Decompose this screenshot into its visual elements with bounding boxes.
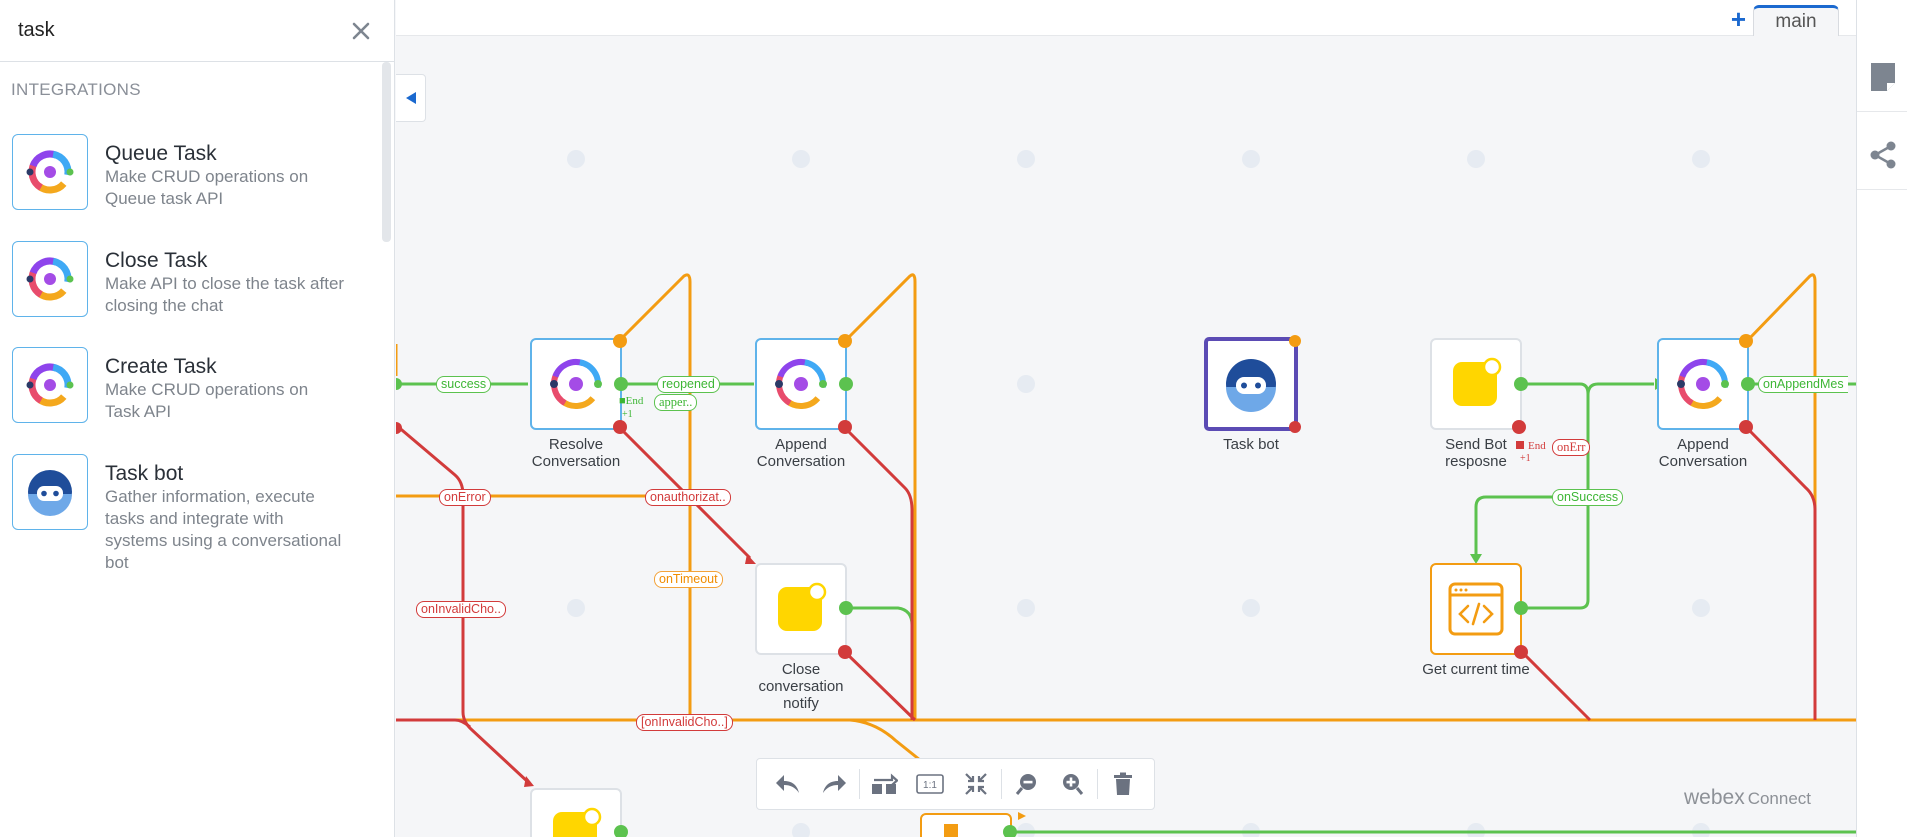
search-input[interactable] [18, 19, 346, 42]
node-append-conversation-2 [1657, 334, 1755, 434]
redo-button[interactable] [811, 764, 857, 804]
close-icon [352, 22, 370, 39]
canvas-toolbar: 1:1 [756, 758, 1155, 810]
brand-sub: Connect [1747, 789, 1812, 808]
palette-item-create-task[interactable]: Create Task Make CRUD operations on Task… [12, 347, 372, 423]
node-label: Append Conversation [1658, 436, 1748, 470]
integration-icon [12, 241, 88, 317]
palette-item-desc: Make API to close the task after closing… [105, 274, 345, 315]
swap-button[interactable] [862, 764, 908, 804]
collapse-panel-button[interactable] [396, 74, 426, 122]
toolbar-divider [858, 769, 860, 799]
caret-left-icon [405, 92, 416, 104]
undo-button[interactable] [765, 764, 811, 804]
search-bar [0, 0, 394, 62]
node-label: Send Bot resposne [1445, 436, 1507, 470]
node-label: Task bot [1223, 436, 1279, 453]
node-label: Append Conversation [756, 436, 846, 470]
end-marker: ■End [619, 395, 644, 407]
notes-button[interactable] [1857, 42, 1907, 112]
node-append-conversation [755, 334, 853, 434]
zoom-in-button[interactable] [1050, 764, 1096, 804]
tab-main[interactable]: main [1753, 5, 1839, 36]
palette-item-close-task[interactable]: Close Task Make API to close the task af… [12, 241, 372, 317]
edge-label[interactable]: onTimeout [654, 571, 723, 588]
palette-item-name: Create Task [105, 355, 217, 378]
node-label: Get current time [1422, 661, 1530, 678]
actual-size-label: 1:1 [923, 780, 937, 791]
palette-item-desc: Make CRUD operations on Queue task API [105, 167, 309, 208]
zoom-out-button[interactable] [1004, 764, 1050, 804]
node-label: Close conversation notify [758, 661, 844, 712]
panel-scrollbar[interactable] [382, 62, 391, 242]
right-rail [1856, 0, 1907, 837]
edge-label[interactable]: [onInvalidCho..] [636, 714, 733, 731]
edge-label[interactable]: success [436, 376, 492, 393]
plus-one-badge: +1 [622, 409, 633, 420]
clear-search-button[interactable] [346, 16, 376, 46]
edge-label[interactable]: reopened [657, 376, 720, 393]
share-button[interactable] [1857, 120, 1907, 190]
plus-icon: + [1730, 4, 1746, 34]
trash-icon [1114, 772, 1133, 795]
actual-size-icon: 1:1 [916, 774, 944, 794]
zoom-in-icon [1063, 774, 1084, 795]
actual-size-button[interactable]: 1:1 [907, 764, 953, 804]
redo-icon [822, 775, 846, 793]
integration-icon [12, 347, 88, 423]
toolbar-divider [1000, 769, 1002, 799]
flow-builder-app: INTEGRATIONS Queue Task Make CRUD operat… [0, 0, 1907, 837]
delete-button[interactable] [1100, 764, 1146, 804]
edge-label[interactable]: onInvalidCho.. [416, 601, 506, 618]
palette-item-name: Queue Task [105, 142, 217, 165]
edge-label[interactable]: onauthorizat.. [645, 489, 731, 506]
add-tab-button[interactable]: + [1731, 6, 1746, 32]
edge-label[interactable]: onSuccess [1552, 489, 1624, 506]
undo-icon [775, 775, 799, 793]
swap-icon [872, 773, 899, 794]
palette-item-queue-task[interactable]: Queue Task Make CRUD operations on Queue… [12, 134, 372, 210]
node-task-bot [1204, 335, 1301, 433]
fit-button[interactable] [953, 764, 999, 804]
note-icon [1870, 62, 1895, 91]
edge-label[interactable]: onError [439, 489, 491, 506]
plus-one-badge: +1 [1520, 453, 1531, 464]
palette-item-task-bot[interactable]: Task bot Gather information, execute tas… [12, 454, 372, 574]
node-get-current-time [1430, 563, 1528, 659]
node-send-bot-response [1430, 338, 1528, 449]
end-marker: End [1528, 440, 1546, 452]
zoom-out-icon [1015, 774, 1036, 795]
brand-logo: webex Connect [1684, 786, 1811, 810]
node-palette-panel: INTEGRATIONS Queue Task Make CRUD operat… [0, 0, 395, 837]
share-icon [1870, 141, 1895, 168]
brand-name: webex [1684, 786, 1745, 809]
edge-label[interactable]: onErr [1552, 439, 1591, 456]
section-title: INTEGRATIONS [11, 80, 141, 99]
edge-label[interactable]: apper.. [654, 394, 698, 411]
node-close-conversation-notify [755, 563, 853, 659]
palette-item-desc: Make CRUD operations on Task API [105, 380, 309, 421]
node-label: Resolve Conversation [531, 436, 621, 470]
bot-icon [12, 454, 88, 530]
integration-icon [12, 134, 88, 210]
tab-bar: + main [396, 0, 1856, 36]
toolbar-divider [1097, 769, 1099, 799]
palette-item-name: Close Task [105, 249, 208, 272]
palette-item-desc: Gather information, execute tasks and in… [105, 487, 342, 572]
palette-item-name: Task bot [105, 462, 184, 485]
edge-label[interactable]: onAppendMes [1758, 376, 1848, 393]
node-resolve-conversation [530, 334, 628, 434]
fit-icon [965, 773, 987, 795]
